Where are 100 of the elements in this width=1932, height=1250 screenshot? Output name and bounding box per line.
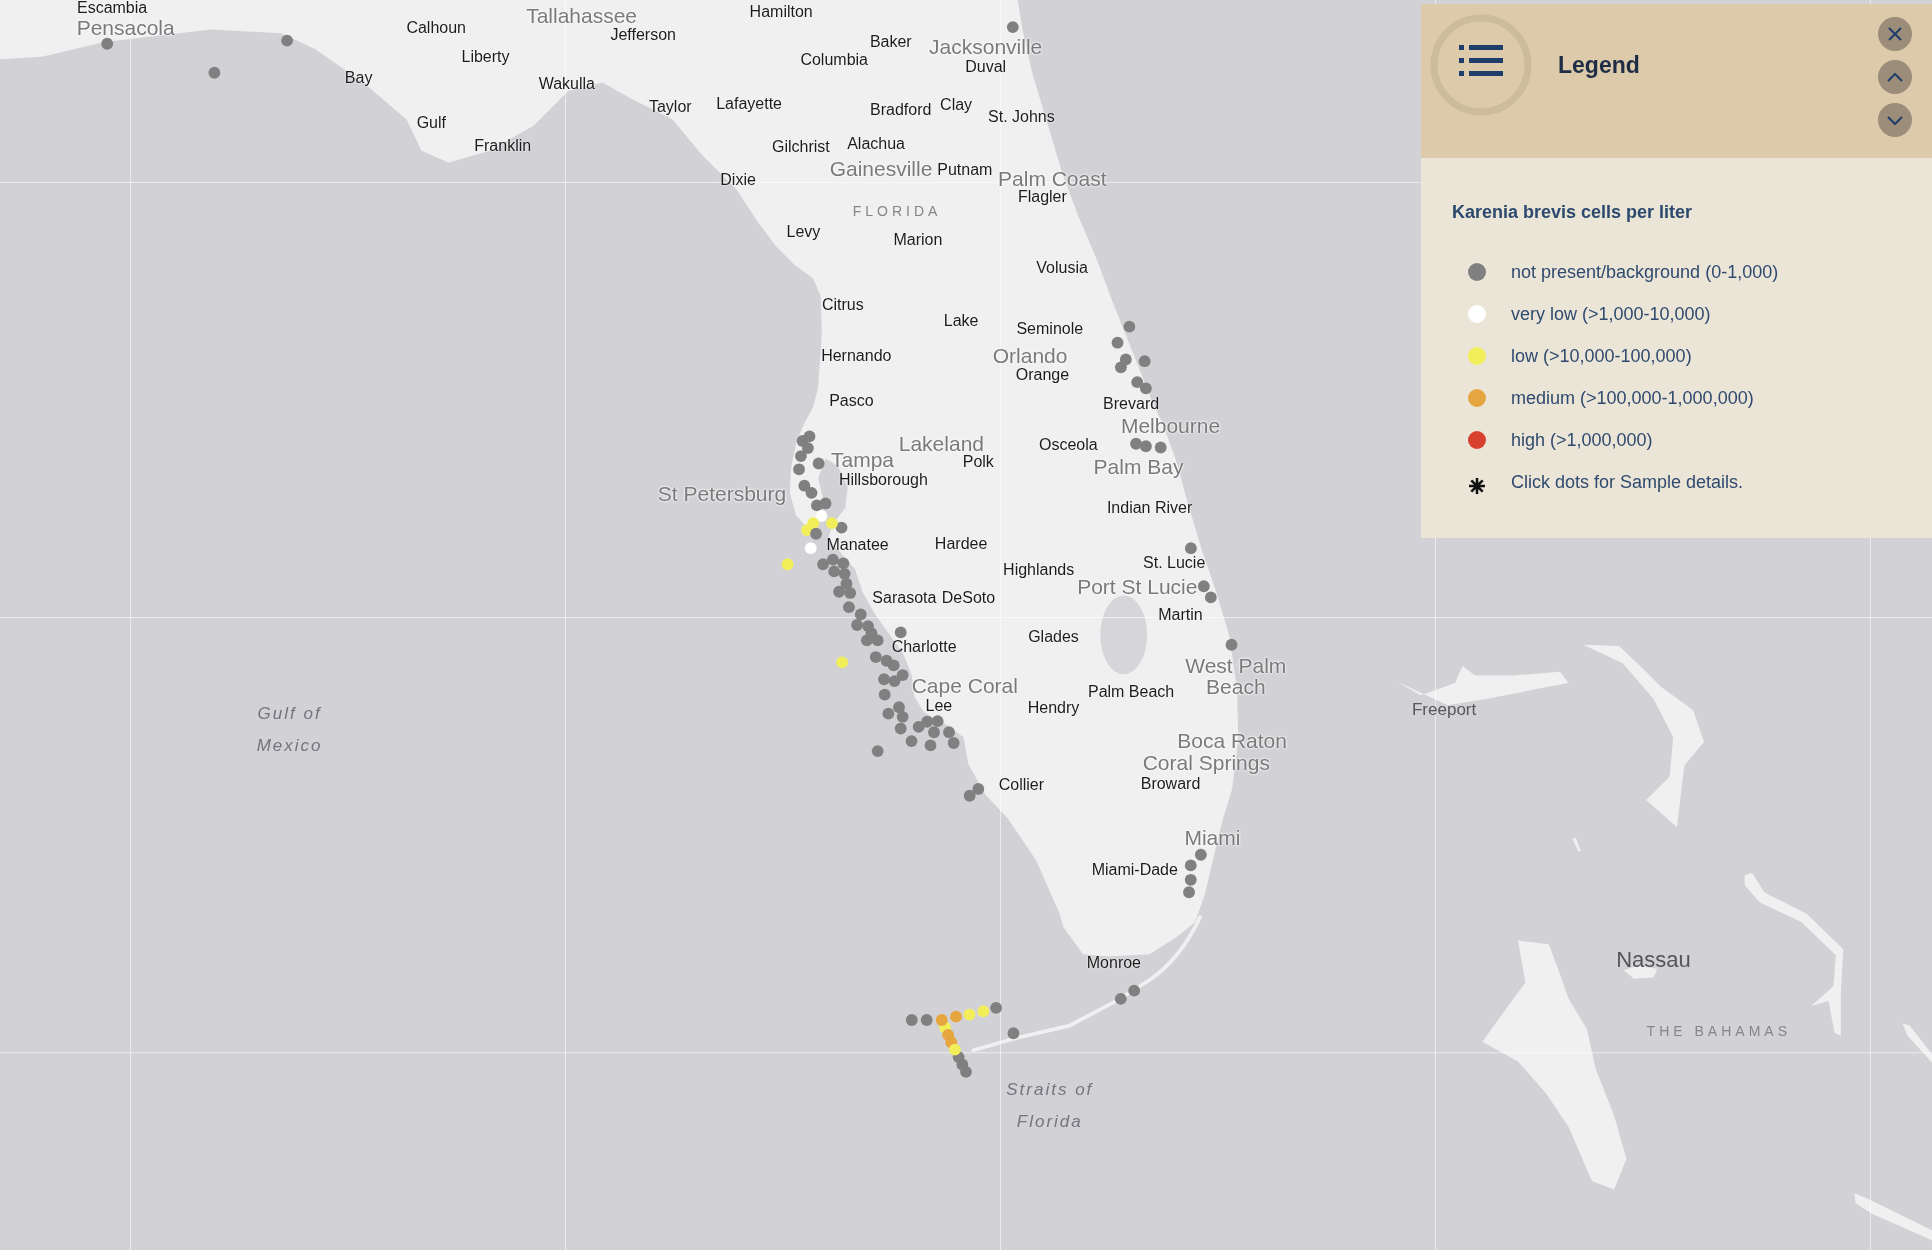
county-label: Sarasota	[872, 589, 937, 607]
sample-dot-icon[interactable]	[851, 619, 863, 631]
sample-dot-icon[interactable]	[977, 1005, 990, 1018]
sample-dot-icon[interactable]	[1184, 859, 1197, 872]
sample-dot-icon[interactable]	[827, 553, 839, 566]
sample-dot-icon[interactable]	[887, 659, 900, 672]
sample-dot-icon[interactable]	[833, 585, 845, 598]
sample-dot-icon[interactable]	[1138, 355, 1151, 368]
close-icon	[1888, 27, 1902, 41]
sample-dot-icon[interactable]	[1140, 382, 1152, 395]
county-label: Hardee	[934, 535, 988, 552]
county-label: Hillsborough	[838, 471, 928, 488]
sample-dot-icon[interactable]	[854, 608, 867, 621]
sample-dot-icon[interactable]	[802, 442, 814, 454]
sample-dot-icon[interactable]	[804, 542, 817, 555]
sample-dot-icon[interactable]	[990, 1001, 1002, 1014]
sample-dot-icon[interactable]	[928, 726, 940, 739]
sample-dot-icon[interactable]	[1111, 336, 1124, 349]
sample-dot-icon[interactable]	[835, 521, 848, 534]
sample-dot-icon[interactable]	[1131, 376, 1144, 389]
sample-dot-icon[interactable]	[1197, 580, 1210, 593]
sample-dot-icon[interactable]	[963, 1008, 976, 1021]
sample-dot-icon[interactable]	[781, 558, 794, 571]
city-label: Palm Bay	[1093, 455, 1184, 477]
sample-dot-icon[interactable]	[810, 527, 822, 540]
sample-dot-icon[interactable]	[836, 656, 849, 669]
sample-dot-icon[interactable]	[1006, 21, 1019, 34]
sample-dot-icon[interactable]	[905, 1014, 918, 1026]
up-button[interactable]	[1878, 60, 1912, 94]
sample-dot-icon[interactable]	[793, 463, 805, 476]
sample-dot-icon[interactable]	[896, 710, 909, 723]
sample-dot-icon[interactable]	[950, 1010, 962, 1023]
sample-dot-icon[interactable]	[812, 457, 825, 470]
sample-dot-icon[interactable]	[801, 524, 813, 536]
sample-dot-icon[interactable]	[1114, 361, 1127, 374]
sample-dot-icon[interactable]	[888, 675, 901, 687]
county-label: Brevard	[1103, 395, 1160, 413]
sample-dot-icon[interactable]	[896, 669, 909, 681]
sample-dot-icon[interactable]	[843, 601, 855, 614]
sample-dot-icon[interactable]	[208, 66, 221, 79]
county-label: Hernando	[821, 347, 892, 365]
sample-dot-icon[interactable]	[795, 450, 807, 463]
sample-dot-icon[interactable]	[960, 1065, 972, 1078]
down-button[interactable]	[1878, 103, 1912, 137]
sample-dot-icon[interactable]	[1007, 1027, 1020, 1040]
sample-dot-icon[interactable]	[815, 510, 828, 522]
sample-dot-icon[interactable]	[828, 565, 841, 578]
sample-dot-icon[interactable]	[838, 567, 851, 580]
island-drawing	[1902, 1023, 1932, 1063]
sample-dot-icon[interactable]	[935, 1014, 948, 1026]
sample-dot-icon[interactable]	[1225, 638, 1238, 651]
sample-dot-icon[interactable]	[861, 634, 873, 647]
close-button[interactable]	[1878, 17, 1912, 51]
sample-dot-icon[interactable]	[1154, 441, 1167, 454]
sample-dot-icon[interactable]	[1114, 992, 1127, 1005]
sample-dot-icon[interactable]	[894, 722, 907, 735]
sample-dot-icon[interactable]	[1123, 320, 1136, 333]
sample-dot-icon[interactable]	[920, 1014, 933, 1026]
sample-dot-icon[interactable]	[1183, 886, 1195, 899]
sample-dot-icon[interactable]	[894, 626, 907, 639]
sample-dot-icon[interactable]	[893, 701, 905, 714]
sample-dot-icon[interactable]	[837, 557, 850, 570]
sample-dot-icon[interactable]	[912, 720, 925, 733]
sample-dot-icon[interactable]	[1204, 591, 1217, 604]
sample-dot-icon[interactable]	[963, 789, 976, 802]
sample-dot-icon[interactable]	[905, 735, 918, 748]
sample-dot-icon[interactable]	[972, 783, 985, 795]
sample-dot-icon[interactable]	[878, 673, 890, 686]
sample-dot-icon[interactable]	[924, 739, 937, 752]
sample-dot-icon[interactable]	[943, 726, 955, 739]
sample-dot-icon[interactable]	[1184, 873, 1197, 886]
sample-dot-icon[interactable]	[1130, 437, 1142, 450]
sample-dot-icon[interactable]	[882, 707, 895, 720]
sample-dot-icon[interactable]	[805, 486, 818, 499]
county-label: Duval	[965, 58, 1007, 75]
sample-dot-icon[interactable]	[921, 715, 934, 728]
sample-dot-icon[interactable]	[931, 715, 944, 728]
sample-dot-icon[interactable]	[871, 745, 884, 758]
sample-dot-icon[interactable]	[949, 1043, 961, 1056]
asterisk-icon	[1469, 478, 1485, 494]
sample-dot-icon[interactable]	[844, 587, 857, 599]
sample-dot-icon[interactable]	[947, 737, 960, 749]
sample-dot-icon[interactable]	[811, 499, 823, 512]
sample-dot-icon[interactable]	[1140, 440, 1152, 453]
sample-dot-icon[interactable]	[817, 558, 829, 571]
sample-dot-icon[interactable]	[101, 37, 114, 50]
county-label: Bay	[344, 69, 373, 87]
sample-dot-icon[interactable]	[878, 688, 891, 701]
sample-dot-icon[interactable]	[798, 479, 811, 492]
legend-item-label: very low (>1,000-10,000)	[1511, 303, 1711, 325]
city-label: West Palm Beach	[1185, 654, 1287, 697]
sample-dot-icon[interactable]	[1184, 542, 1197, 555]
sample-dot-icon[interactable]	[1194, 848, 1207, 861]
sample-dot-icon[interactable]	[871, 634, 884, 647]
sample-dot-icon[interactable]	[1128, 984, 1141, 997]
water-body-label: Gulf of Mexico	[256, 702, 323, 757]
sample-dot-icon[interactable]	[281, 34, 293, 47]
sample-dot-icon[interactable]	[826, 517, 838, 530]
sample-dot-icon[interactable]	[869, 651, 882, 663]
legend-subtitle: Karenia brevis cells per liter	[1452, 202, 1694, 223]
